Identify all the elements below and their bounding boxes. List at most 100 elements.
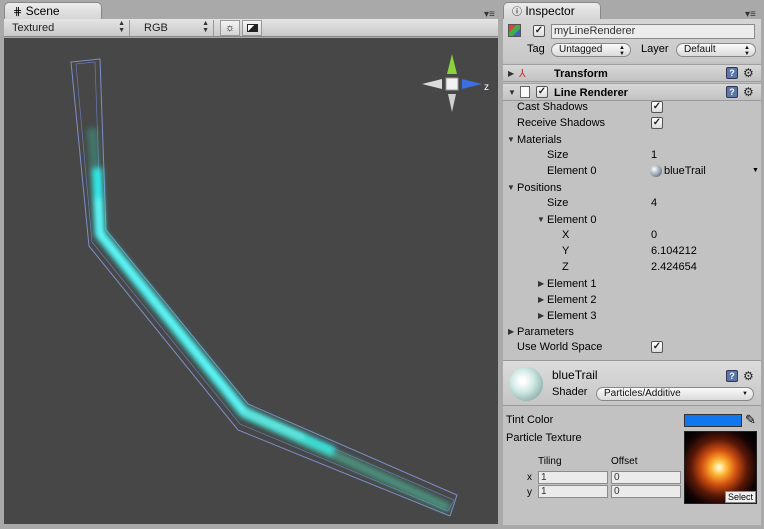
orientation-gizmo[interactable]: z xyxy=(420,52,492,116)
tab-inspector[interactable]: ⓘ Inspector xyxy=(503,2,601,20)
gear-icon[interactable]: ⚙ xyxy=(743,67,754,79)
particle-texture-slot[interactable]: Select xyxy=(684,431,757,504)
offset-x-value: 0 xyxy=(614,472,620,483)
material-preview-icon xyxy=(509,367,543,401)
positions-label: Positions xyxy=(517,182,562,194)
object-active-checkbox[interactable]: ✓ xyxy=(533,25,545,37)
positions-size-label: Size xyxy=(547,197,569,209)
render-mode-dropdown[interactable]: Textured ▲ ▼ xyxy=(6,20,130,36)
tab-scene-label: Scene xyxy=(25,4,60,18)
materials-element0-label: Element 0 xyxy=(547,165,597,177)
inspector-panel: ✓ myLineRenderer Tag Untagged ▲ ▼ Layer De… xyxy=(503,19,761,525)
position-element2-label: Element 2 xyxy=(547,294,597,306)
position-element0-row[interactable]: ▼ Element 0 xyxy=(503,212,761,228)
tint-color-label: Tint Color xyxy=(506,414,554,426)
positions-size-value[interactable]: 4 xyxy=(651,195,657,211)
position-element2-row[interactable]: ▶ Element 2 xyxy=(503,292,761,308)
tiling-x-value: 1 xyxy=(541,472,547,483)
tiling-label: Tiling xyxy=(538,456,562,467)
tag-label: Tag xyxy=(527,43,545,55)
object-name-field[interactable]: myLineRenderer xyxy=(551,24,755,39)
tag-dropdown[interactable]: Untagged ▲ ▼ xyxy=(551,43,631,57)
offset-x-field[interactable]: 0 xyxy=(611,471,681,484)
object-name-value: myLineRenderer xyxy=(554,25,636,37)
image-icon xyxy=(246,24,258,32)
help-icon[interactable]: ? xyxy=(726,67,738,79)
layer-label: Layer xyxy=(641,43,669,55)
transform-title: Transform xyxy=(554,68,608,80)
parameters-row[interactable]: ▶ Parameters xyxy=(503,324,761,340)
layer-value: Default xyxy=(684,44,716,55)
cast-shadows-row: Cast Shadows ✓ xyxy=(503,99,761,115)
position-y-row: Y 6.104212 xyxy=(503,243,761,259)
grid-icon: ⋕ xyxy=(13,6,23,18)
tiling-y-axis-label: y xyxy=(527,487,532,498)
cast-shadows-checkbox[interactable]: ✓ xyxy=(651,101,663,113)
help-icon[interactable]: ? xyxy=(726,86,738,98)
help-icon[interactable]: ? xyxy=(726,370,738,382)
material-header: blueTrail ? ⚙ Shader Particles/Additive ▼ xyxy=(503,360,761,406)
eyedropper-icon[interactable]: ✎ xyxy=(745,412,756,428)
expanded-arrow-icon: ▼ xyxy=(507,135,515,144)
updown-arrows-icon: ▲ ▼ xyxy=(202,20,209,34)
world-space-checkbox[interactable]: ✓ xyxy=(651,341,663,353)
shader-label: Shader xyxy=(552,386,588,398)
tiling-x-field[interactable]: 1 xyxy=(538,471,608,484)
gear-icon[interactable]: ⚙ xyxy=(743,86,754,98)
select-texture-button[interactable]: Select xyxy=(724,491,756,503)
position-z-value[interactable]: 2.424654 xyxy=(651,259,697,275)
updown-arrows-icon: ▲ ▼ xyxy=(118,20,125,34)
offset-y-field[interactable]: 0 xyxy=(611,485,681,498)
shader-dropdown[interactable]: Particles/Additive ▼ xyxy=(596,387,754,401)
tint-color-swatch[interactable] xyxy=(684,414,742,427)
position-element1-row[interactable]: ▶ Element 1 xyxy=(503,276,761,292)
position-y-value[interactable]: 6.104212 xyxy=(651,243,697,259)
dropdown-arrow-icon: ▼ xyxy=(742,391,748,397)
color-mode-dropdown[interactable]: RGB ▲ ▼ xyxy=(138,20,214,36)
sun-icon: ☼ xyxy=(224,22,236,34)
collapsed-arrow-icon: ▶ xyxy=(538,295,545,304)
receive-shadows-checkbox[interactable]: ✓ xyxy=(651,117,663,129)
position-element1-label: Element 1 xyxy=(547,278,597,290)
tab-inspector-label: Inspector xyxy=(525,4,575,18)
shader-value: Particles/Additive xyxy=(604,388,681,399)
collapsed-arrow-icon: ▶ xyxy=(538,311,545,320)
gizmo-axis-label: z xyxy=(484,82,489,93)
gameobject-cube-icon xyxy=(508,24,521,37)
gear-icon[interactable]: ⚙ xyxy=(743,370,754,382)
materials-row[interactable]: ▼ Materials xyxy=(503,132,761,148)
materials-element0-value[interactable]: blueTrail xyxy=(664,163,706,179)
position-element3-row[interactable]: ▶ Element 3 xyxy=(503,308,761,324)
scene-overlay-button[interactable] xyxy=(242,20,262,36)
scene-viewport[interactable]: z xyxy=(4,38,498,524)
tiling-y-value: 1 xyxy=(541,486,547,497)
object-picker-arrow-icon[interactable]: ▼ xyxy=(752,163,759,179)
transform-header[interactable]: ▶ ⅄ Transform ? ⚙ xyxy=(503,64,761,82)
tab-scene[interactable]: ⋕ Scene xyxy=(4,2,102,20)
scene-lighting-button[interactable]: ☼ xyxy=(220,20,240,36)
updown-arrows-icon: ▲ ▼ xyxy=(744,45,750,57)
material-name: blueTrail xyxy=(552,368,598,382)
position-x-row: X 0 xyxy=(503,227,761,243)
materials-label: Materials xyxy=(517,134,562,146)
tiling-y-field[interactable]: 1 xyxy=(538,485,608,498)
line-renderer-enabled-checkbox[interactable]: ✓ xyxy=(536,86,548,98)
layer-dropdown[interactable]: Default ▲ ▼ xyxy=(676,43,756,57)
position-x-label: X xyxy=(562,229,570,241)
cast-shadows-label: Cast Shadows xyxy=(517,101,588,113)
materials-size-value[interactable]: 1 xyxy=(651,147,657,163)
position-element3-label: Element 3 xyxy=(547,310,597,322)
updown-arrows-icon: ▲ ▼ xyxy=(619,45,625,57)
offset-y-value: 0 xyxy=(614,486,620,497)
collapsed-arrow-icon: ▶ xyxy=(508,69,515,78)
color-mode-label: RGB xyxy=(144,22,168,34)
collapsed-arrow-icon: ▶ xyxy=(538,279,545,288)
tiling-x-axis-label: x xyxy=(527,472,532,483)
position-element0-label: Element 0 xyxy=(547,214,597,226)
positions-row[interactable]: ▼ Positions xyxy=(503,180,761,196)
receive-shadows-row: Receive Shadows ✓ xyxy=(503,115,761,131)
render-mode-label: Textured xyxy=(12,22,55,34)
position-x-value[interactable]: 0 xyxy=(651,227,657,243)
position-z-row: Z 2.424654 xyxy=(503,259,761,275)
transform-axes-icon: ⅄ xyxy=(519,68,526,80)
